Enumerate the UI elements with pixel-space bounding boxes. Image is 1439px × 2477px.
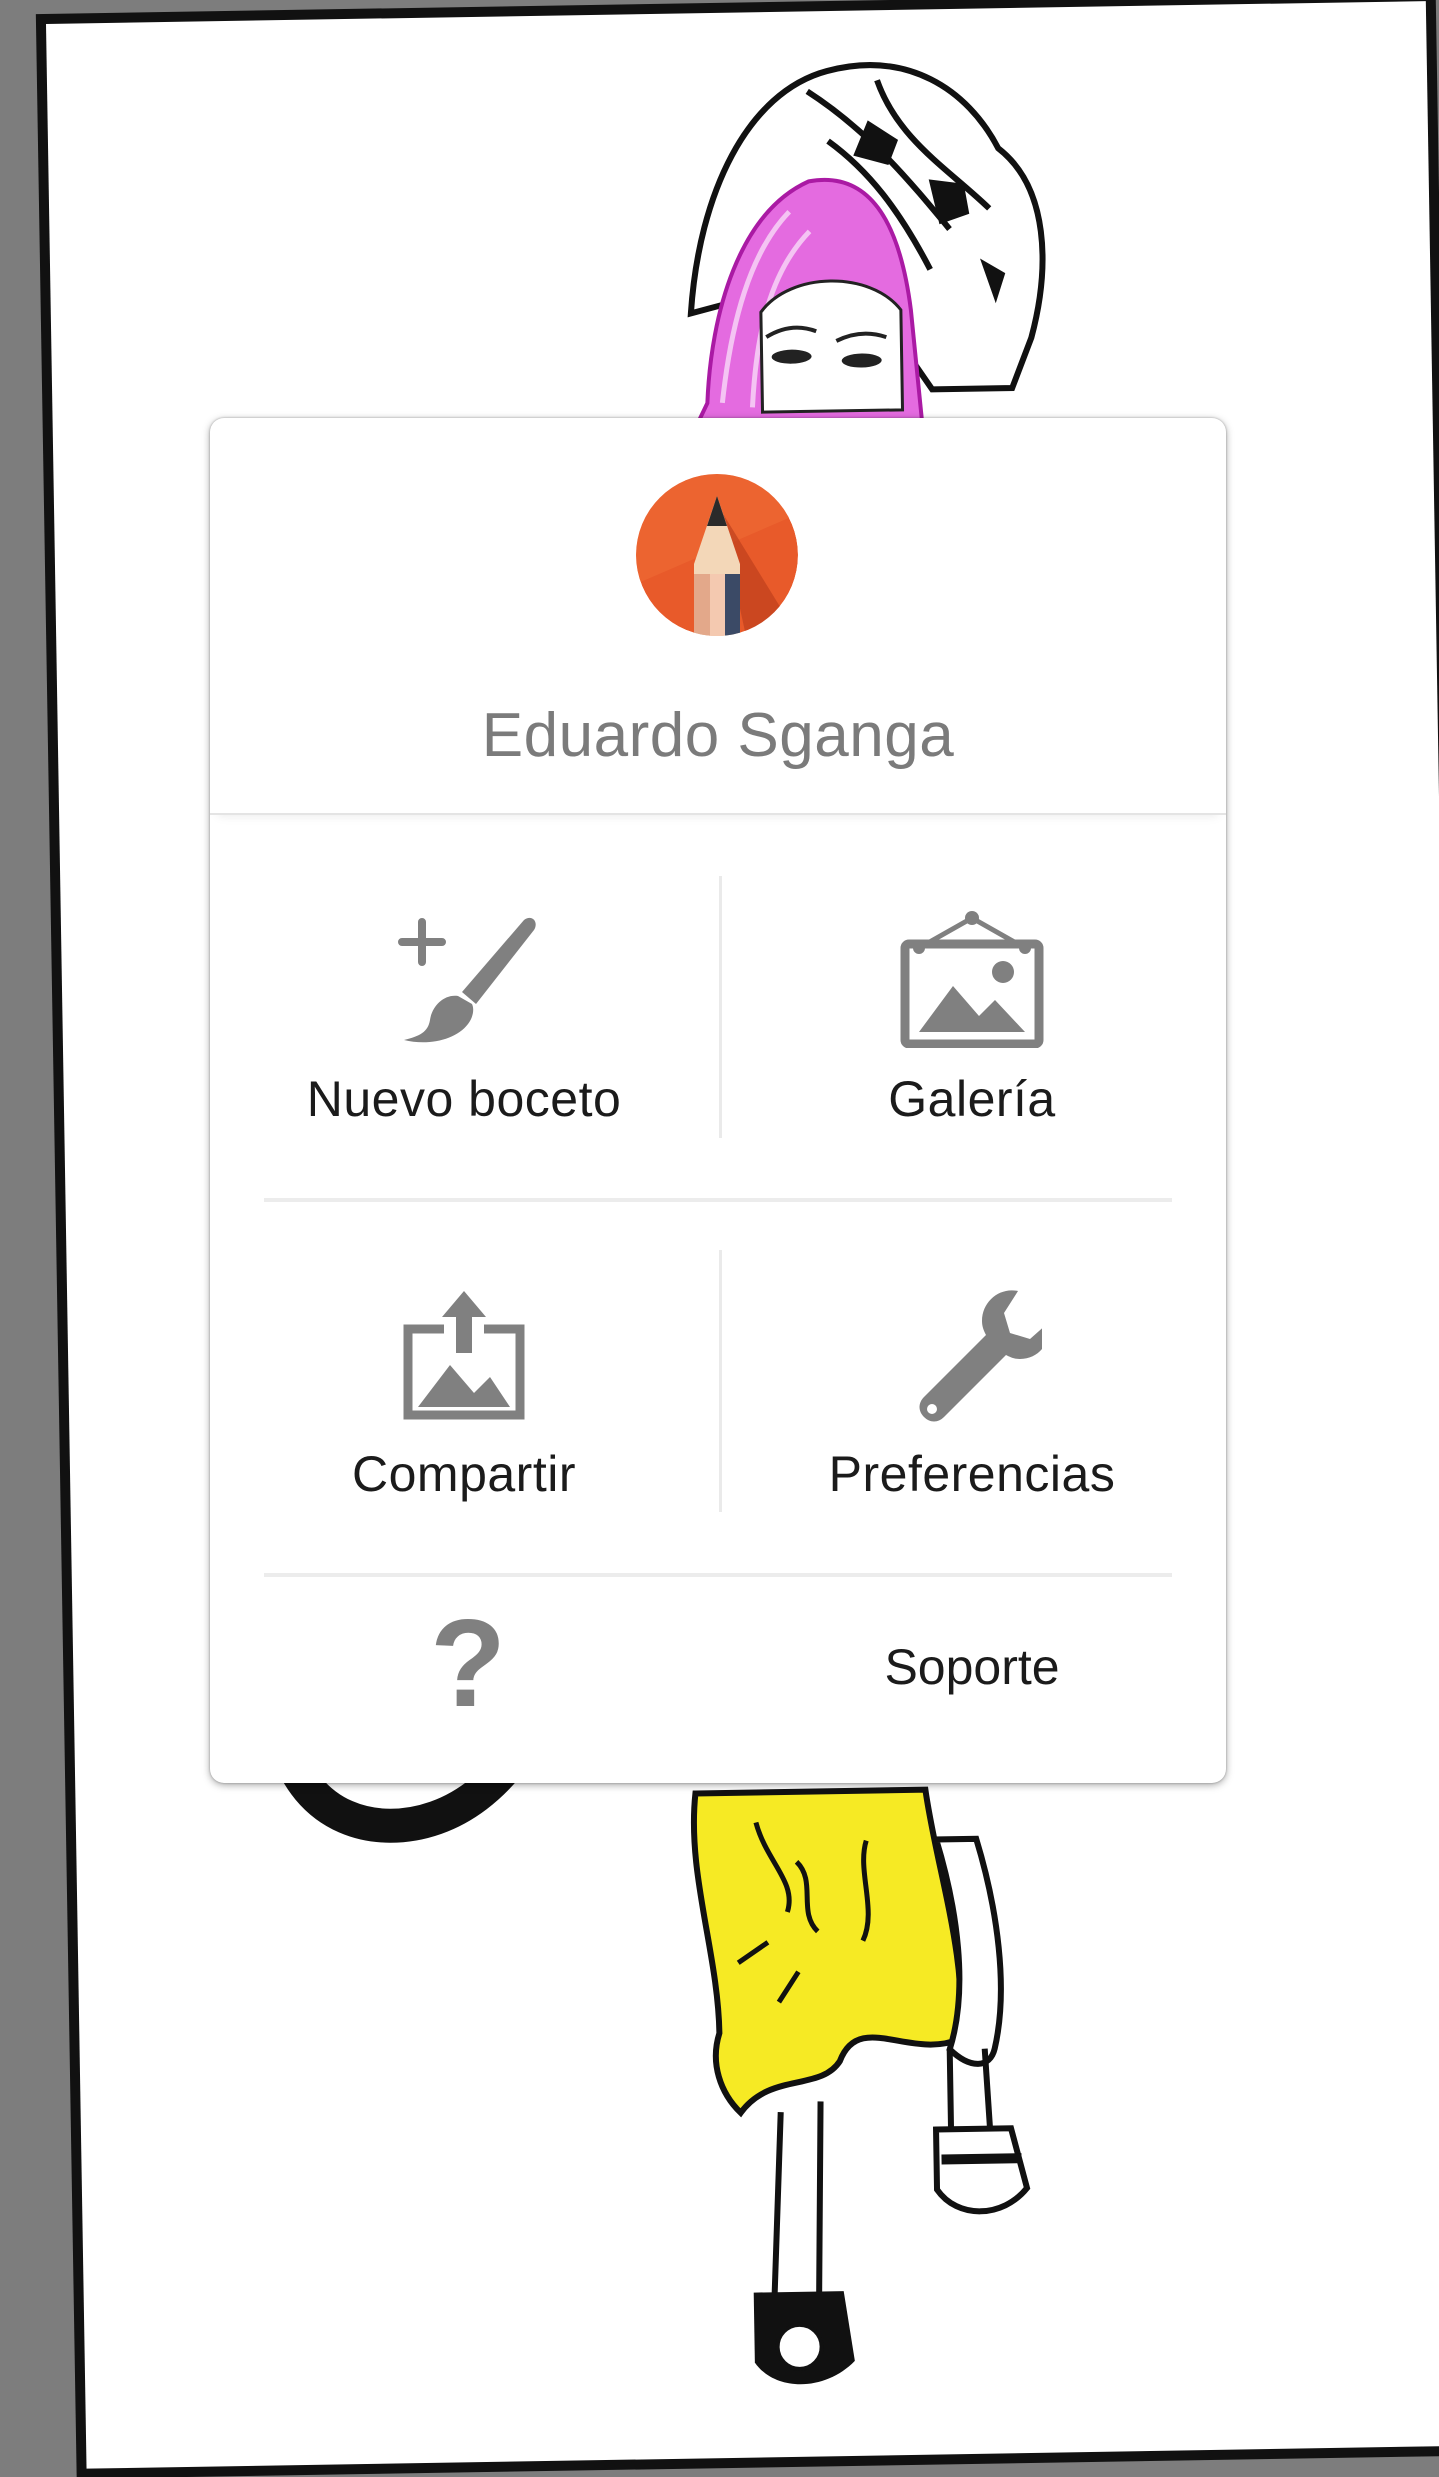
new-sketch-button[interactable]: Nuevo boceto [210, 858, 718, 1158]
gallery-button[interactable]: Galería [718, 858, 1226, 1158]
pencil-app-logo-icon[interactable] [636, 474, 798, 636]
row-divider [264, 1198, 1172, 1202]
main-menu-dialog: Eduardo Sganga Nuevo boceto Galería Comp… [210, 418, 1226, 1783]
profile-header: Eduardo Sganga [210, 418, 1226, 815]
preferences-label: Preferencias [828, 1446, 1116, 1502]
row-divider [264, 1573, 1172, 1577]
question-mark-icon: ? [430, 1602, 506, 1722]
support-label: Soporte [884, 1639, 1060, 1695]
gallery-label: Galería [888, 1071, 1056, 1127]
support-button[interactable]: ? Soporte [210, 1578, 1226, 1783]
preferences-button[interactable]: Preferencias [718, 1233, 1226, 1533]
screen: Eduardo Sganga Nuevo boceto Galería Comp… [0, 0, 1439, 2477]
new-sketch-brush-icon [398, 917, 536, 1043]
share-button[interactable]: Compartir [210, 1233, 718, 1533]
share-upload-icon [403, 1291, 525, 1420]
share-label: Compartir [352, 1446, 576, 1502]
wrench-icon [919, 1290, 1042, 1422]
svg-text:?: ? [430, 1602, 506, 1722]
gallery-picture-icon [900, 911, 1044, 1048]
user-name: Eduardo Sganga [481, 701, 955, 770]
new-sketch-label: Nuevo boceto [306, 1071, 622, 1127]
